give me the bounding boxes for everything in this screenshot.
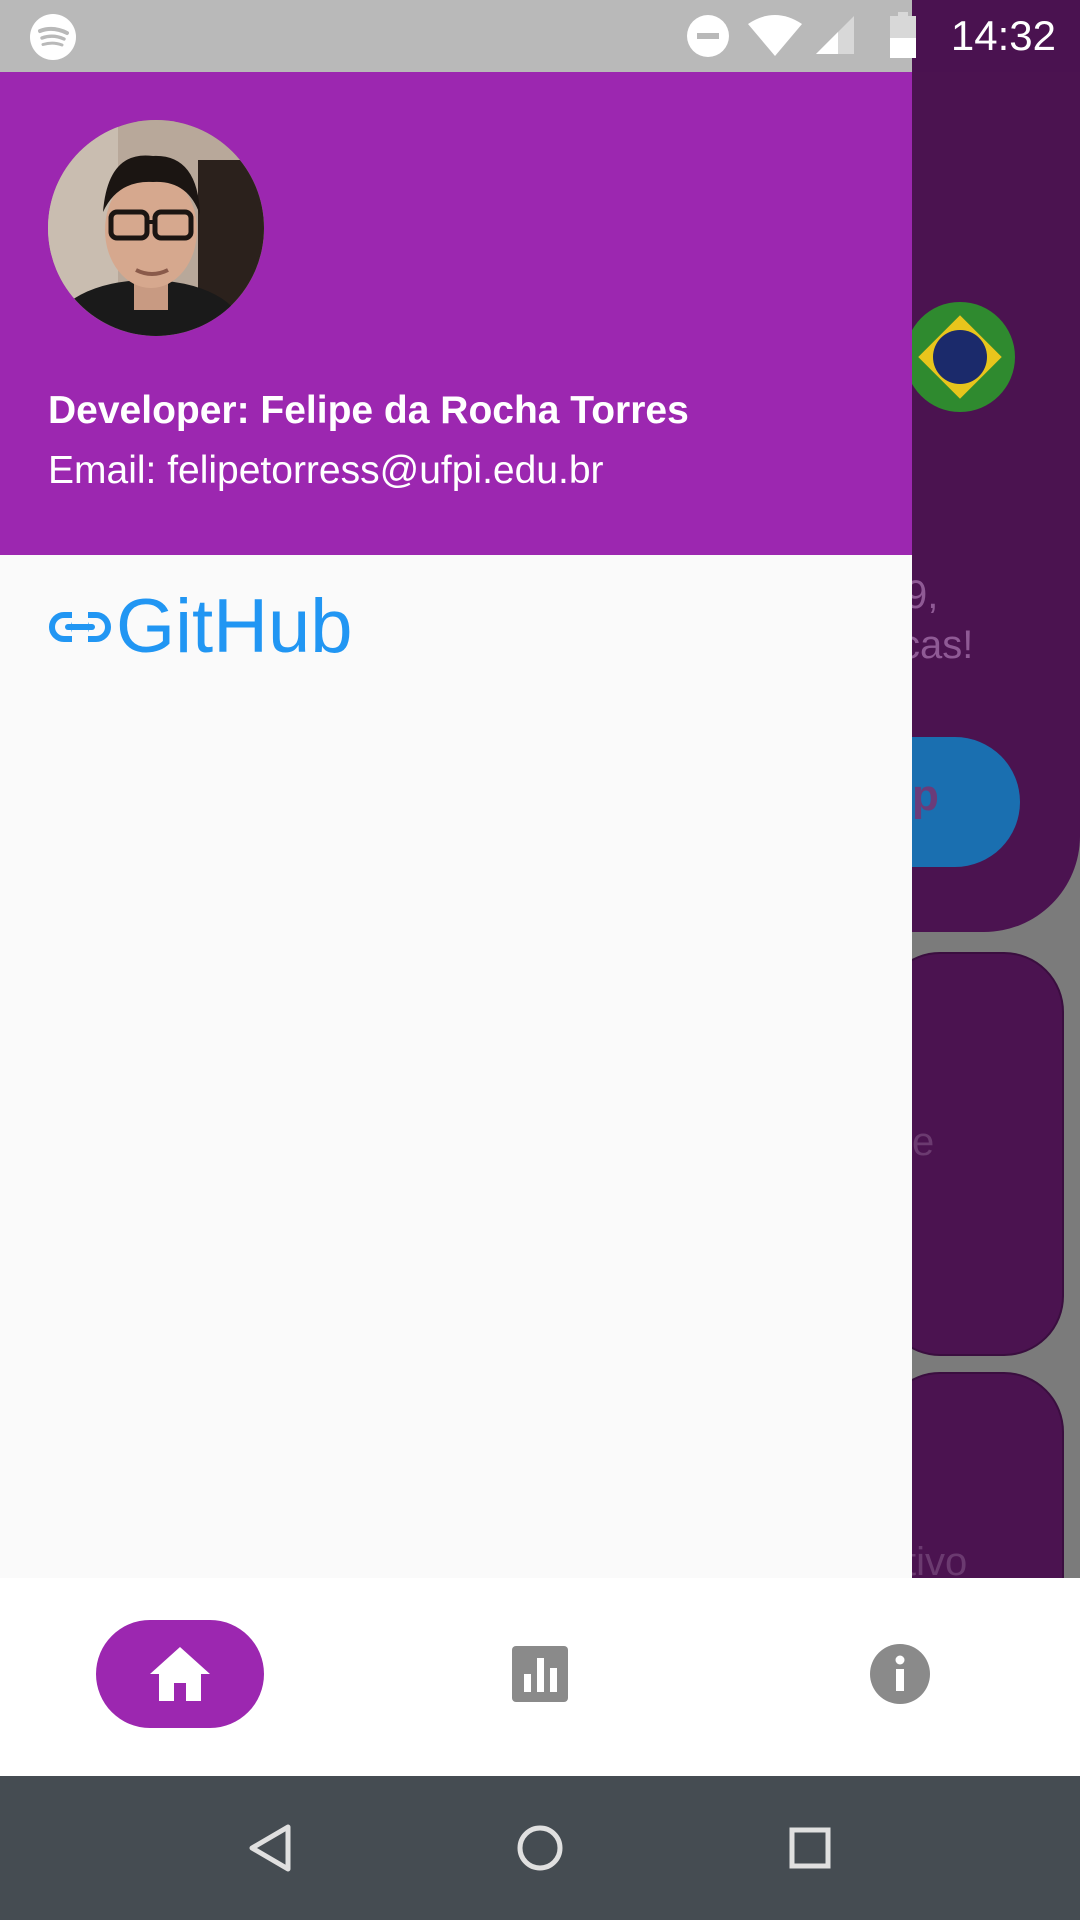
do-not-disturb-icon: [687, 15, 729, 57]
background-button-label: p: [912, 771, 939, 820]
system-navigation-bar: [0, 1776, 1080, 1920]
developer-name: Developer: Felipe da Rocha Torres: [48, 389, 689, 432]
nav-home-button[interactable]: [96, 1620, 264, 1728]
home-icon: [150, 1647, 210, 1701]
status-clock: 14:32: [950, 12, 1056, 59]
back-icon: [249, 1824, 291, 1872]
cellular-signal-icon: [816, 16, 854, 54]
background-text-line: e: [912, 1120, 935, 1164]
square-recents-icon: [789, 1827, 831, 1869]
github-link-label: GitHub: [116, 584, 353, 669]
back-button[interactable]: [234, 1812, 306, 1884]
brazil-flag-icon: [905, 302, 1015, 412]
status-bar: 14:32: [0, 0, 1080, 72]
nav-info-button[interactable]: [846, 1620, 954, 1728]
github-link[interactable]: GitHub: [48, 582, 353, 672]
background-text-line: tivo: [905, 1540, 968, 1578]
home-system-button[interactable]: [504, 1812, 576, 1884]
link-icon: [49, 612, 111, 642]
circle-home-icon: [517, 1825, 563, 1871]
recents-button[interactable]: [774, 1812, 846, 1884]
info-icon: [870, 1644, 930, 1704]
nav-stats-button[interactable]: [486, 1620, 594, 1728]
navigation-drawer: Developer: Felipe da Rocha Torres Email:…: [0, 72, 912, 1578]
bottom-navigation: [0, 1578, 1080, 1776]
battery-icon: [890, 12, 916, 58]
avatar: [48, 120, 264, 336]
developer-email: Email: felipetorress@ufpi.edu.br: [48, 449, 604, 492]
wifi-icon: [748, 15, 802, 56]
spotify-icon: [30, 14, 76, 60]
drawer-header: Developer: Felipe da Rocha Torres Email:…: [0, 72, 912, 555]
bar-chart-icon: [512, 1646, 568, 1702]
